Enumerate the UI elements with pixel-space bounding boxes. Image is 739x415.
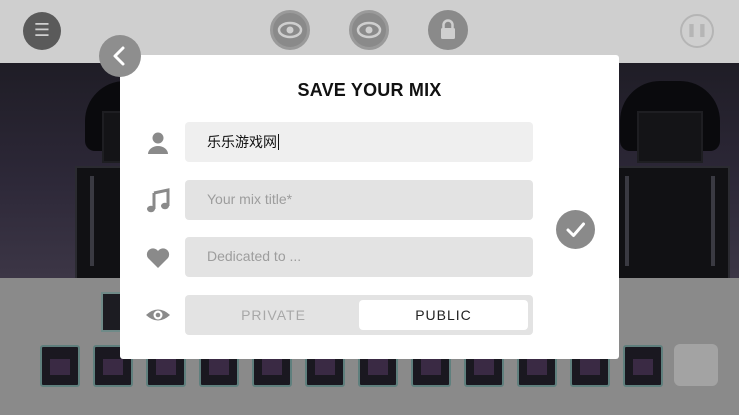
mix-title-field[interactable]: Your mix title* [185, 180, 533, 220]
visibility-toggle: PRIVATE PUBLIC [185, 295, 533, 335]
dialog-title: SAVE YOUR MIX [297, 80, 442, 100]
private-option[interactable]: PRIVATE [189, 300, 358, 330]
public-option[interactable]: PUBLIC [359, 300, 528, 330]
checkmark-icon[interactable] [556, 210, 595, 249]
dedication-placeholder: Dedicated to ... [207, 248, 302, 264]
eye-icon [144, 301, 172, 329]
back-chevron-icon[interactable] [99, 35, 141, 77]
menu-icon[interactable]: ☰ [23, 12, 61, 50]
name-value: 乐乐游戏网 [207, 134, 279, 151]
eye-icon[interactable] [349, 10, 389, 50]
mix-title-placeholder: Your mix title* [207, 191, 293, 207]
pause-icon[interactable]: ❚❚ [680, 14, 714, 48]
dedication-field[interactable]: Dedicated to ... [185, 237, 533, 277]
text-caret [278, 134, 279, 150]
sound-icon[interactable] [623, 345, 663, 387]
name-field[interactable]: 乐乐游戏网 [185, 122, 533, 162]
eye-icon[interactable] [270, 10, 310, 50]
lock-icon[interactable] [428, 10, 468, 50]
empty-sound-slot[interactable] [674, 344, 718, 386]
save-mix-dialog: SAVE YOUR MIX 乐乐游戏网 Your mix title* Dedi… [120, 55, 619, 359]
music-note-icon [144, 187, 172, 215]
heart-icon [144, 244, 172, 272]
sound-icon[interactable] [40, 345, 80, 387]
user-icon [144, 129, 172, 157]
